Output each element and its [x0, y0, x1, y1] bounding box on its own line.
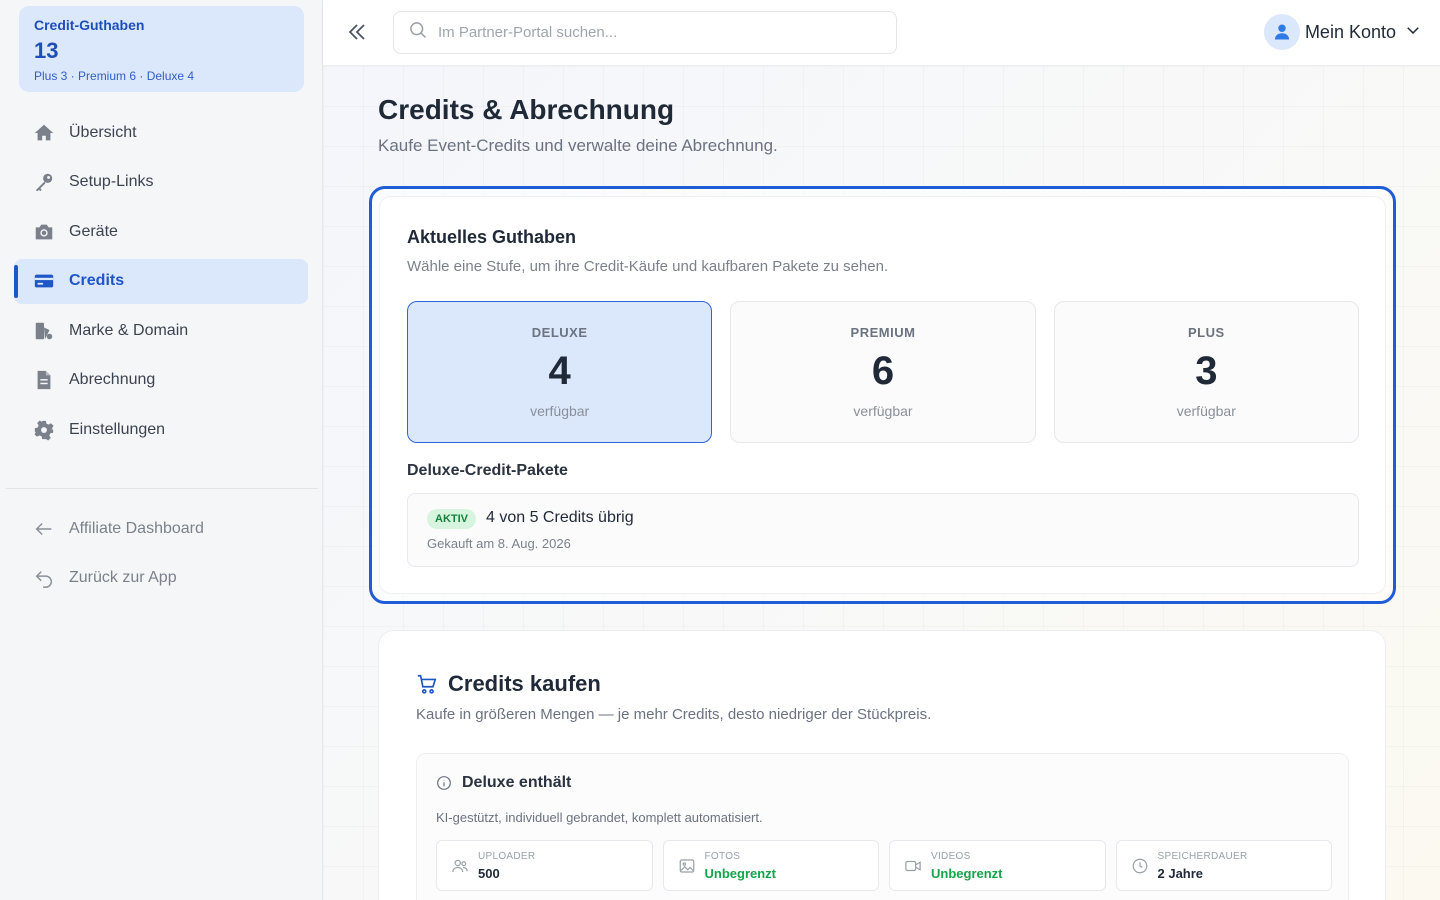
current-balance-section: Aktuelles Guthaben Wähle eine Stufe, um … [369, 186, 1396, 604]
main-content: Credits & Abrechnung Kaufe Event-Credits… [323, 66, 1440, 900]
package-row: AKTIV 4 von 5 Credits übrig Gekauft am 8… [407, 493, 1359, 567]
search-icon [408, 20, 428, 45]
tier-name: PREMIUM [850, 325, 916, 340]
feature-value: Unbegrenzt [931, 866, 1003, 881]
tier-count: 3 [1195, 349, 1218, 393]
credit-balance-total: 13 [34, 38, 59, 63]
includes-title-text: Deluxe enthält [462, 774, 572, 791]
feature-photos: FOTOS Unbegrenzt [662, 840, 879, 891]
buy-credits-title-text: Credits kaufen [448, 671, 601, 696]
buy-credits-subtitle: Kaufe in größeren Mengen — je mehr Credi… [416, 706, 932, 723]
home-icon [33, 122, 55, 144]
package-date: Gekauft am 8. Aug. 2026 [427, 536, 571, 551]
feature-value: Unbegrenzt [704, 866, 777, 881]
packages-title: Deluxe-Credit-Pakete [407, 462, 568, 479]
credit-balance-title: Credit-Guthaben [34, 17, 145, 33]
collapse-sidebar-icon[interactable] [345, 20, 369, 44]
avatar [1263, 14, 1300, 50]
deluxe-includes-box: Deluxe enthält KI-gestützt, individuell … [416, 753, 1349, 900]
feature-value: 500 [478, 866, 500, 881]
feature-storage-duration: SPEICHERDAUER 2 Jahre [1115, 840, 1332, 891]
tier-name: DELUXE [531, 325, 588, 340]
feature-label: FOTOS [704, 851, 741, 862]
search-box[interactable] [393, 11, 897, 54]
feature-videos: VIDEOS Unbegrenzt [889, 840, 1106, 891]
sidebar-item-label: Einstellungen [69, 420, 166, 438]
users-icon [451, 857, 471, 877]
sidebar: Credit-Guthaben 13 Plus 3 · Premium 6 · … [0, 0, 323, 900]
sidebar-item-label: Abrechnung [69, 371, 156, 388]
info-icon [436, 775, 452, 791]
feature-label: SPEICHERDAUER [1157, 851, 1248, 862]
package-remaining: 4 von 5 Credits übrig [486, 509, 634, 526]
sidebar-item-devices[interactable]: Geräte [14, 209, 308, 254]
feature-uploader: UPLOADER 500 [436, 840, 653, 891]
account-label: Mein Konto [1304, 21, 1396, 42]
sidebar-item-billing[interactable]: Abrechnung [14, 358, 308, 403]
status-badge: AKTIV [427, 509, 476, 529]
key-icon [33, 171, 55, 193]
sidebar-item-back-to-app[interactable]: Zurück zur App [14, 556, 308, 601]
sidebar-item-label: Setup-Links [69, 173, 154, 190]
tier-plus[interactable]: PLUS 3 verfügbar [1053, 301, 1359, 443]
feature-label: VIDEOS [931, 851, 971, 862]
sidebar-item-label: Übersicht [69, 123, 137, 141]
tier-count: 6 [871, 349, 895, 393]
credit-card-icon [33, 270, 55, 292]
sidebar-item-brand-domain[interactable]: Marke & Domain [14, 308, 308, 353]
sidebar-item-overview[interactable]: Übersicht [14, 110, 308, 155]
sidebar-item-label: Marke & Domain [69, 321, 189, 339]
tier-label: verfügbar [530, 403, 590, 419]
buy-credits-title: Credits kaufen [416, 671, 601, 697]
tier-premium[interactable]: PREMIUM 6 verfügbar [730, 301, 1036, 443]
balance-subtitle: Wähle eine Stufe, um ihre Credit-Käufe u… [407, 258, 889, 275]
tier-name: PLUS [1187, 325, 1225, 340]
buy-credits-section: Credits kaufen Kaufe in größeren Mengen … [378, 630, 1386, 900]
gear-icon [33, 419, 55, 441]
sidebar-item-label: Zurück zur App [69, 569, 177, 586]
cart-icon [416, 673, 438, 695]
chevron-down-icon [1404, 21, 1422, 44]
camera-icon [33, 221, 55, 243]
top-header: Mein Konto [323, 0, 1440, 66]
document-icon [33, 369, 55, 391]
tier-count: 4 [548, 349, 571, 393]
tier-selector: DELUXE 4 verfügbar PREMIUM 6 verfügbar P… [407, 301, 1359, 443]
video-icon [904, 857, 924, 877]
brand-icon [33, 320, 55, 342]
search-input[interactable] [438, 24, 858, 41]
feature-value: 2 Jahre [1157, 866, 1204, 881]
image-icon [678, 857, 698, 877]
feature-list: UPLOADER 500 FOTOS Unbegrenzt VIDEOS Unb… [436, 840, 1332, 891]
sidebar-divider [6, 488, 318, 489]
includes-title: Deluxe enthält [436, 774, 571, 792]
credit-balance-card[interactable]: Credit-Guthaben 13 Plus 3 · Premium 6 · … [19, 6, 304, 92]
account-menu[interactable]: Mein Konto [1263, 14, 1422, 50]
feature-label: UPLOADER [478, 851, 536, 862]
balance-title: Aktuelles Guthaben [407, 227, 577, 247]
current-balance-card: Aktuelles Guthaben Wähle eine Stufe, um … [379, 196, 1386, 594]
tier-label: verfügbar [1176, 403, 1236, 419]
sidebar-item-setup-links[interactable]: Setup-Links [14, 160, 308, 205]
includes-subtitle: KI-gestützt, individuell gebrandet, komp… [436, 810, 763, 825]
tier-label: verfügbar [853, 403, 913, 419]
sidebar-item-credits[interactable]: Credits [14, 258, 308, 304]
sidebar-nav: Übersicht Setup-Links Geräte Credits Mar… [14, 110, 308, 457]
sidebar-item-label: Geräte [69, 222, 118, 240]
sidebar-item-label: Credits [69, 272, 125, 289]
page-title: Credits & Abrechnung [378, 94, 675, 125]
sidebar-item-settings[interactable]: Einstellungen [14, 407, 308, 452]
sidebar-secondary-nav: Affiliate Dashboard Zurück zur App [14, 506, 308, 605]
tier-deluxe[interactable]: DELUXE 4 verfügbar [407, 301, 713, 443]
arrow-left-icon [33, 518, 55, 540]
sidebar-item-label: Affiliate Dashboard [69, 519, 204, 537]
undo-icon [33, 567, 55, 589]
clock-icon [1131, 857, 1151, 877]
credit-balance-breakdown: Plus 3 · Premium 6 · Deluxe 4 [34, 69, 195, 83]
page-subtitle: Kaufe Event-Credits und verwalte deine A… [378, 136, 778, 155]
sidebar-item-affiliate-dashboard[interactable]: Affiliate Dashboard [14, 506, 308, 551]
